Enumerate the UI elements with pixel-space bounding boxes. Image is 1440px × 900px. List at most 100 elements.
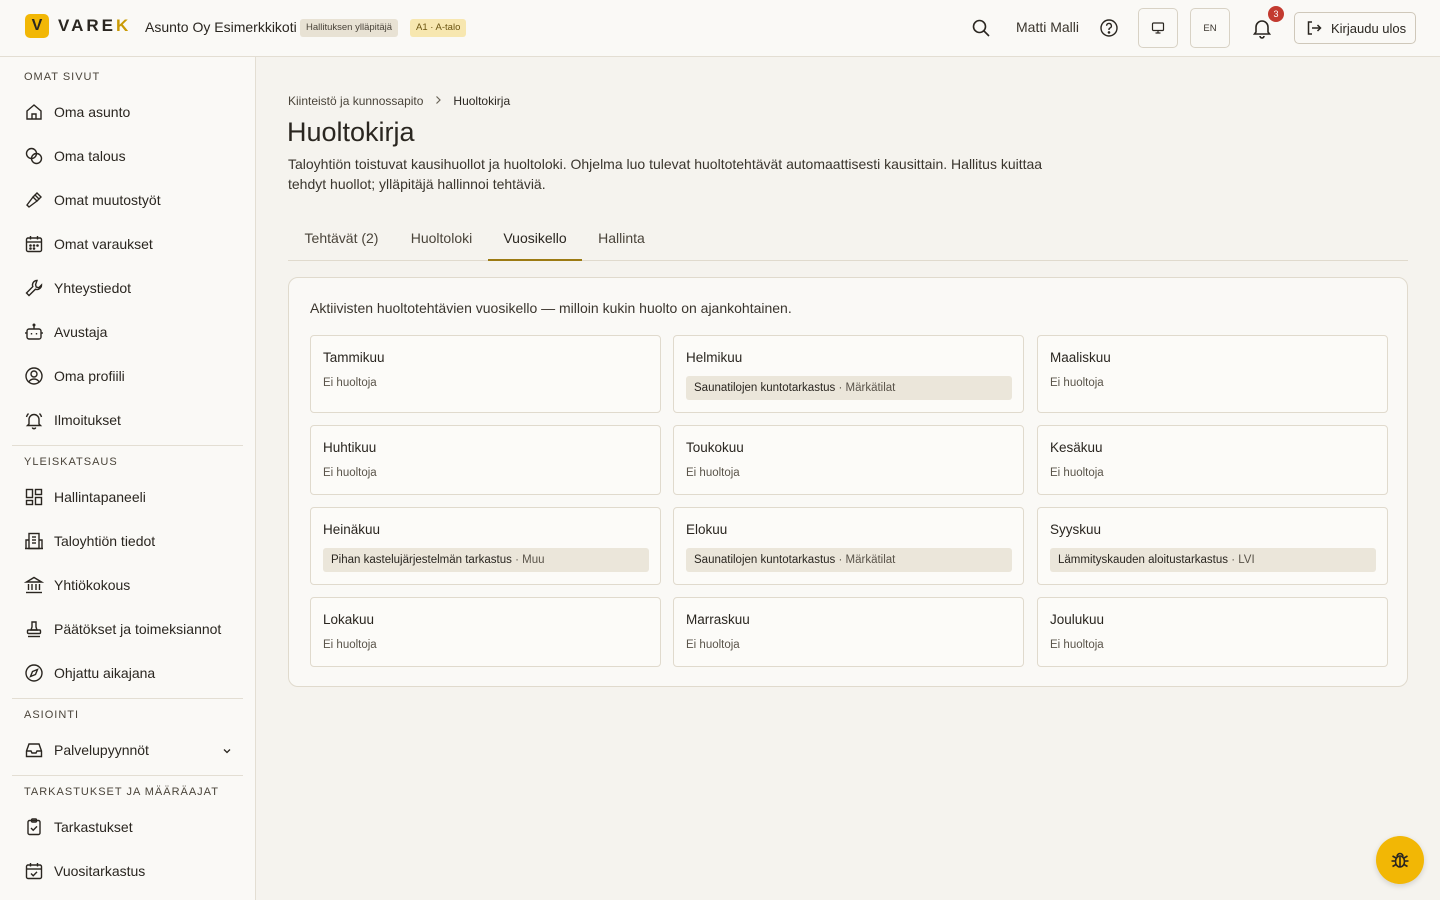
logo-mark[interactable]: V — [25, 14, 49, 38]
search-icon[interactable] — [971, 18, 991, 38]
no-tasks-label: Ei huoltoja — [1050, 377, 1104, 389]
logo-text[interactable]: VAREK — [58, 16, 131, 36]
task-chip[interactable]: Saunatilojen kuntotarkastus · Märkätilat — [686, 548, 1012, 572]
sidebar-item-vuositarkastus[interactable]: Vuositarkastus — [12, 851, 243, 891]
notification-count-badge: 3 — [1268, 6, 1284, 22]
tab-tehtavat[interactable]: Tehtävät (2) — [288, 218, 395, 261]
no-tasks-label: Ei huoltoja — [686, 467, 740, 479]
user-circle-icon — [24, 366, 44, 386]
stamp-icon — [24, 619, 44, 639]
sidebar-section-title: OMAT SIVUT — [24, 71, 101, 83]
tab-vuosikello[interactable]: Vuosikello — [488, 218, 582, 261]
page-description: Taloyhtiön toistuvat kausihuollot ja huo… — [288, 156, 1043, 192]
logout-button[interactable]: Kirjaudu ulos — [1294, 12, 1416, 44]
sidebar-item-hallintapaneeli[interactable]: Hallintapaneeli — [12, 477, 243, 517]
no-tasks-label: Ei huoltoja — [1050, 467, 1104, 479]
sidebar-item-label: Palvelupyynnöt — [54, 742, 149, 758]
chevron-right-icon — [433, 94, 443, 108]
building-icon — [24, 531, 44, 551]
sidebar-item-taloyhtion-tiedot[interactable]: Taloyhtiön tiedot — [12, 521, 243, 561]
sidebar-section-title: ASIOINTI — [24, 709, 80, 721]
tab-huoltoloki[interactable]: Huoltoloki — [395, 218, 488, 261]
task-chip[interactable]: Lämmityskauden aloitustarkastus · LVI — [1050, 548, 1376, 572]
task-category: Muu — [522, 554, 545, 566]
inbox-icon — [24, 740, 44, 760]
month-name: Helmikuu — [686, 350, 743, 365]
sidebar-item-palvelupyynnot[interactable]: Palvelupyynnöt — [12, 730, 243, 770]
sidebar-item-label: Yhteystiedot — [54, 280, 132, 296]
hammer-icon — [24, 190, 44, 210]
sidebar-item-oma-asunto[interactable]: Oma asunto — [12, 92, 243, 132]
tab-bar: Tehtävät (2) Huoltoloki Vuosikello Halli… — [288, 218, 1408, 261]
task-chip[interactable]: Pihan kastelujärjestelmän tarkastus · Mu… — [323, 548, 649, 572]
sidebar-item-paatokset[interactable]: Päätökset ja toimeksiannot — [12, 609, 243, 649]
logout-label: Kirjaudu ulos — [1331, 20, 1407, 36]
task-title: Lämmityskauden aloitustarkastus — [1058, 554, 1229, 566]
sidebar: OMAT SIVUT Oma asunto Oma talous Omat mu… — [0, 57, 256, 900]
task-separator: · — [1228, 554, 1239, 566]
sidebar-item-yhtiokokous[interactable]: Yhtiökokous — [12, 565, 243, 605]
month-name: Elokuu — [686, 522, 728, 537]
home-icon — [24, 102, 44, 122]
sidebar-item-ohjattu-aikajana[interactable]: Ohjattu aikajana — [12, 653, 243, 693]
tab-hallinta[interactable]: Hallinta — [582, 218, 661, 261]
breadcrumb-parent[interactable]: Kiinteistö ja kunnossapito — [288, 94, 423, 108]
top-bar: V VAREK Asunto Oy Esimerkkikoti Hallituk… — [0, 0, 1440, 57]
bug-report-button[interactable] — [1376, 836, 1424, 884]
sidebar-item-yhteystiedot[interactable]: Yhteystiedot — [12, 268, 243, 308]
sidebar-item-omat-varaukset[interactable]: Omat varaukset — [12, 224, 243, 264]
task-title: Saunatilojen kuntotarkastus — [694, 382, 836, 394]
month-name: Tammikuu — [323, 350, 385, 365]
sidebar-section-title: YLEISKATSAUS — [24, 456, 118, 468]
sidebar-item-ilmoitukset[interactable]: Ilmoitukset — [12, 400, 243, 440]
task-category: Märkätilat — [845, 554, 896, 566]
sidebar-item-oma-profiili[interactable]: Oma profiili — [12, 356, 243, 396]
clipboard-check-icon — [24, 817, 44, 837]
sidebar-item-tarkastukset[interactable]: Tarkastukset — [12, 807, 243, 847]
sidebar-item-omat-muutostyot[interactable]: Omat muutostyöt — [12, 180, 243, 220]
help-icon[interactable] — [1099, 18, 1119, 38]
sidebar-item-avustaja[interactable]: Avustaja — [12, 312, 243, 352]
month-card: Maaliskuu Ei huoltoja — [1037, 335, 1388, 413]
task-separator: · — [511, 554, 523, 566]
chevron-down-icon[interactable] — [221, 744, 233, 760]
sidebar-item-label: Omat muutostyöt — [54, 192, 161, 208]
no-tasks-label: Ei huoltoja — [323, 467, 377, 479]
compass-icon — [24, 663, 44, 683]
task-separator: · — [835, 382, 846, 394]
annual-calendar-panel: Aktiivisten huoltotehtävien vuosikello —… — [288, 277, 1408, 687]
dashboard-icon — [24, 487, 44, 507]
display-mode-button[interactable] — [1138, 8, 1178, 48]
no-tasks-label: Ei huoltoja — [323, 377, 377, 389]
role-badge: Hallituksen ylläpitäjä — [300, 19, 399, 37]
sidebar-item-label: Vuositarkastus — [54, 863, 146, 879]
month-card: Heinäkuu Pihan kastelujärjestelmän tarkas… — [310, 507, 661, 585]
sidebar-item-label: Taloyhtiön tiedot — [54, 533, 156, 549]
sidebar-item-label: Omat varaukset — [54, 236, 153, 252]
page-title: Huoltokirja — [287, 117, 415, 147]
bot-icon — [24, 322, 44, 342]
task-title: Pihan kastelujärjestelmän tarkastus — [331, 554, 512, 566]
month-name: Lokakuu — [323, 612, 375, 627]
task-category: LVI — [1238, 554, 1255, 566]
sidebar-item-label: Oma asunto — [54, 104, 131, 120]
user-name[interactable]: Matti Malli — [1016, 19, 1079, 35]
month-name: Syyskuu — [1050, 522, 1102, 537]
coins-icon — [24, 146, 44, 166]
month-card: Syyskuu Lämmityskauden aloitustarkastus ·… — [1037, 507, 1388, 585]
sidebar-item-oma-talous[interactable]: Oma talous — [12, 136, 243, 176]
task-separator: · — [835, 554, 846, 566]
sidebar-item-label: Avustaja — [54, 324, 108, 340]
calendar-icon — [24, 234, 44, 254]
sidebar-item-label: Oma profiili — [54, 368, 125, 384]
unit-badge: A1 · A-talo — [410, 19, 467, 37]
organization-name: Asunto Oy Esimerkkikoti — [145, 19, 297, 35]
task-category: Märkätilat — [845, 382, 896, 394]
sidebar-divider — [12, 445, 243, 446]
task-chip[interactable]: Saunatilojen kuntotarkastus · Märkätilat — [686, 376, 1012, 400]
language-button[interactable]: EN — [1190, 8, 1230, 48]
notifications-bell-icon[interactable] — [1251, 17, 1273, 39]
monitor-icon — [1151, 22, 1165, 34]
month-name: Heinäkuu — [323, 522, 381, 537]
no-tasks-label: Ei huoltoja — [1050, 639, 1104, 651]
